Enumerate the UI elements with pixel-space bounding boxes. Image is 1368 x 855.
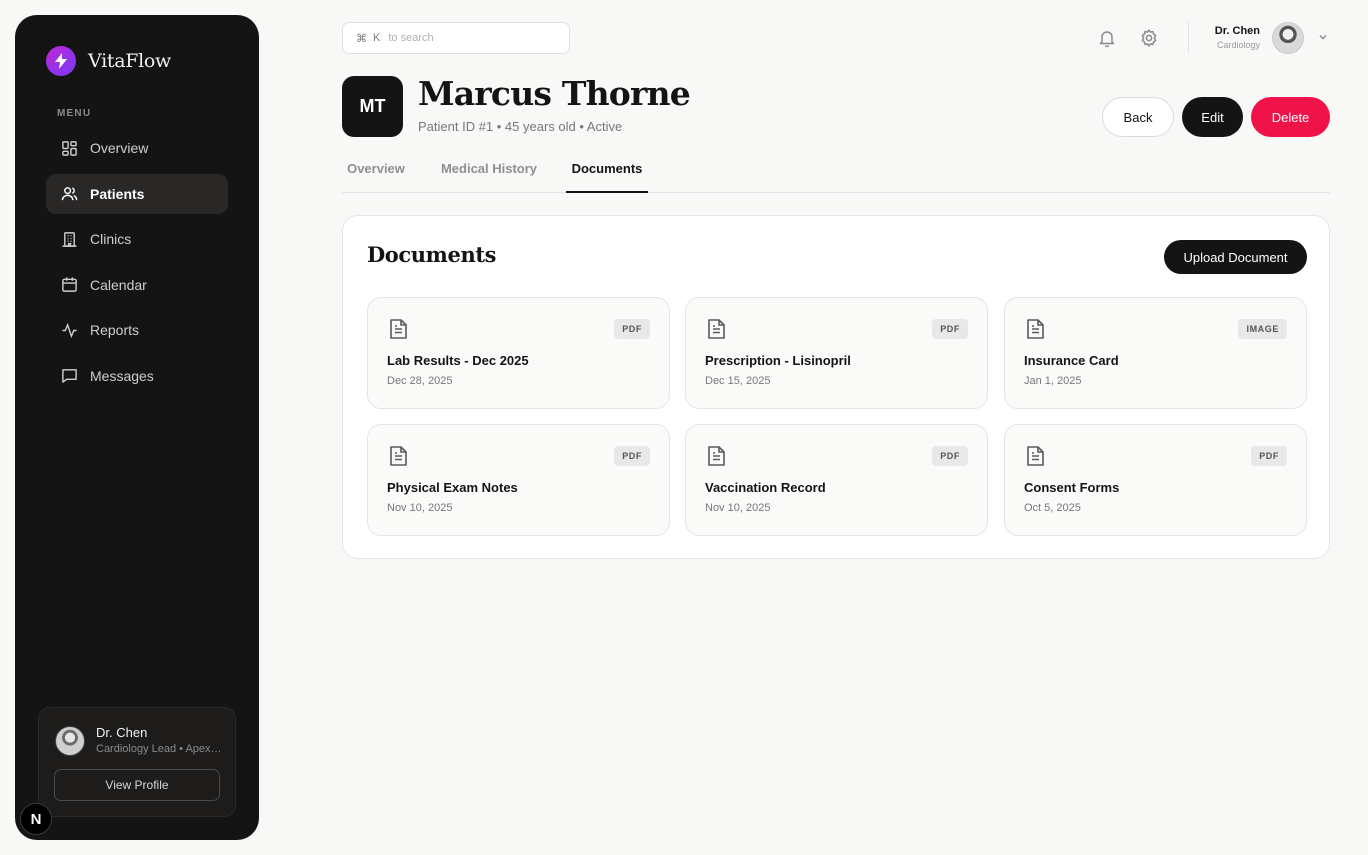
file-text-icon xyxy=(390,446,407,466)
building-icon xyxy=(62,231,77,247)
document-card[interactable]: PDF Consent Forms Oct 5, 2025 xyxy=(1004,424,1307,536)
document-title: Insurance Card xyxy=(1024,353,1119,368)
file-type-badge: PDF xyxy=(1251,446,1287,466)
documents-panel: Documents Upload Document PDF Lab Result… xyxy=(342,215,1330,559)
delete-button[interactable]: Delete xyxy=(1251,97,1330,137)
tab-bar: Overview Medical History Documents xyxy=(342,154,1330,193)
sidebar-item-label: Patients xyxy=(90,185,145,202)
document-date: Dec 15, 2025 xyxy=(705,375,771,387)
brand[interactable]: VitaFlow xyxy=(46,46,171,76)
sidebar-nav: Overview Patients Clinics Calendar Repor… xyxy=(46,128,228,401)
grid-icon xyxy=(62,140,77,156)
document-title: Lab Results - Dec 2025 xyxy=(387,353,529,368)
upload-document-button[interactable]: Upload Document xyxy=(1164,240,1307,274)
sidebar-item-label: Overview xyxy=(90,140,149,156)
document-card[interactable]: PDF Vaccination Record Nov 10, 2025 xyxy=(685,424,988,536)
edit-button[interactable]: Edit xyxy=(1182,97,1243,137)
tab-overview[interactable]: Overview xyxy=(342,154,410,193)
page-title: Marcus Thorne xyxy=(418,74,691,113)
document-card[interactable]: IMAGE Insurance Card Jan 1, 2025 xyxy=(1004,297,1307,409)
document-title: Prescription - Lisinopril xyxy=(705,353,851,368)
file-text-icon xyxy=(1027,319,1044,339)
sidebar-item-label: Calendar xyxy=(90,276,147,293)
sidebar-item-clinics[interactable]: Clinics xyxy=(46,219,228,259)
user-info[interactable]: Dr. Chen Cardiology xyxy=(1215,25,1260,50)
document-date: Dec 28, 2025 xyxy=(387,375,453,387)
profile-card: Dr. Chen Cardiology Lead • Apex Medical … xyxy=(38,707,236,817)
section-title: Documents xyxy=(367,242,497,267)
chevron-down-icon[interactable] xyxy=(1317,31,1329,43)
document-date: Nov 10, 2025 xyxy=(705,502,771,514)
file-type-badge: IMAGE xyxy=(1238,319,1287,339)
document-date: Oct 5, 2025 xyxy=(1024,502,1081,514)
file-text-icon xyxy=(708,319,725,339)
back-button[interactable]: Back xyxy=(1102,97,1174,137)
file-text-icon xyxy=(390,319,407,339)
document-card[interactable]: PDF Prescription - Lisinopril Dec 15, 20… xyxy=(685,297,988,409)
document-title: Vaccination Record xyxy=(705,480,826,495)
menu-label: MENU xyxy=(57,108,92,119)
avatar[interactable] xyxy=(1272,22,1304,54)
file-text-icon xyxy=(1027,446,1044,466)
file-type-badge: PDF xyxy=(932,319,968,339)
calendar-icon xyxy=(62,277,77,292)
avatar xyxy=(55,726,85,756)
user-role: Cardiology xyxy=(1216,40,1260,50)
file-text-icon xyxy=(708,446,725,466)
file-type-badge: PDF xyxy=(932,446,968,466)
file-type-badge: PDF xyxy=(614,446,650,466)
document-card[interactable]: PDF Lab Results - Dec 2025 Dec 28, 2025 xyxy=(367,297,670,409)
divider xyxy=(1188,21,1189,53)
command-icon: ⌘ xyxy=(356,32,367,45)
tab-documents[interactable]: Documents xyxy=(566,154,648,193)
activity-icon xyxy=(62,322,77,338)
patient-meta: Patient ID #1 • 45 years old • Active xyxy=(418,119,623,134)
file-type-badge: PDF xyxy=(614,319,650,339)
sidebar: VitaFlow MENU Overview Patients Clinics xyxy=(15,15,259,840)
tab-medical-history[interactable]: Medical History xyxy=(434,154,544,193)
view-profile-button[interactable]: View Profile xyxy=(54,769,220,801)
document-card[interactable]: PDF Physical Exam Notes Nov 10, 2025 xyxy=(367,424,670,536)
document-title: Consent Forms xyxy=(1024,480,1120,495)
gear-icon[interactable] xyxy=(1139,28,1159,48)
message-icon xyxy=(62,369,77,383)
users-icon xyxy=(61,187,78,201)
user-name: Dr. Chen xyxy=(1214,25,1260,37)
bolt-icon xyxy=(46,46,76,76)
bell-icon[interactable] xyxy=(1097,28,1117,48)
profile-role: Cardiology Lead • Apex Medical xyxy=(96,743,224,755)
patient-avatar: MT xyxy=(342,76,403,137)
sidebar-item-label: Clinics xyxy=(90,231,132,247)
n-badge[interactable]: N xyxy=(20,803,52,835)
sidebar-item-reports[interactable]: Reports xyxy=(46,310,228,350)
sidebar-item-overview[interactable]: Overview xyxy=(46,128,228,168)
brand-name: VitaFlow xyxy=(88,50,171,72)
profile-name: Dr. Chen xyxy=(96,725,148,740)
sidebar-item-patients[interactable]: Patients xyxy=(46,173,228,214)
document-title: Physical Exam Notes xyxy=(387,480,518,495)
sidebar-item-calendar[interactable]: Calendar xyxy=(46,265,228,305)
sidebar-item-messages[interactable]: Messages xyxy=(46,356,228,396)
sidebar-item-label: Reports xyxy=(90,322,140,338)
sidebar-item-label: Messages xyxy=(90,367,154,384)
document-date: Nov 10, 2025 xyxy=(387,502,453,514)
shortcut-key: K xyxy=(373,32,381,44)
search-input[interactable] xyxy=(388,32,539,44)
search-bar[interactable]: ⌘ K xyxy=(342,22,570,54)
document-date: Jan 1, 2025 xyxy=(1024,375,1082,387)
